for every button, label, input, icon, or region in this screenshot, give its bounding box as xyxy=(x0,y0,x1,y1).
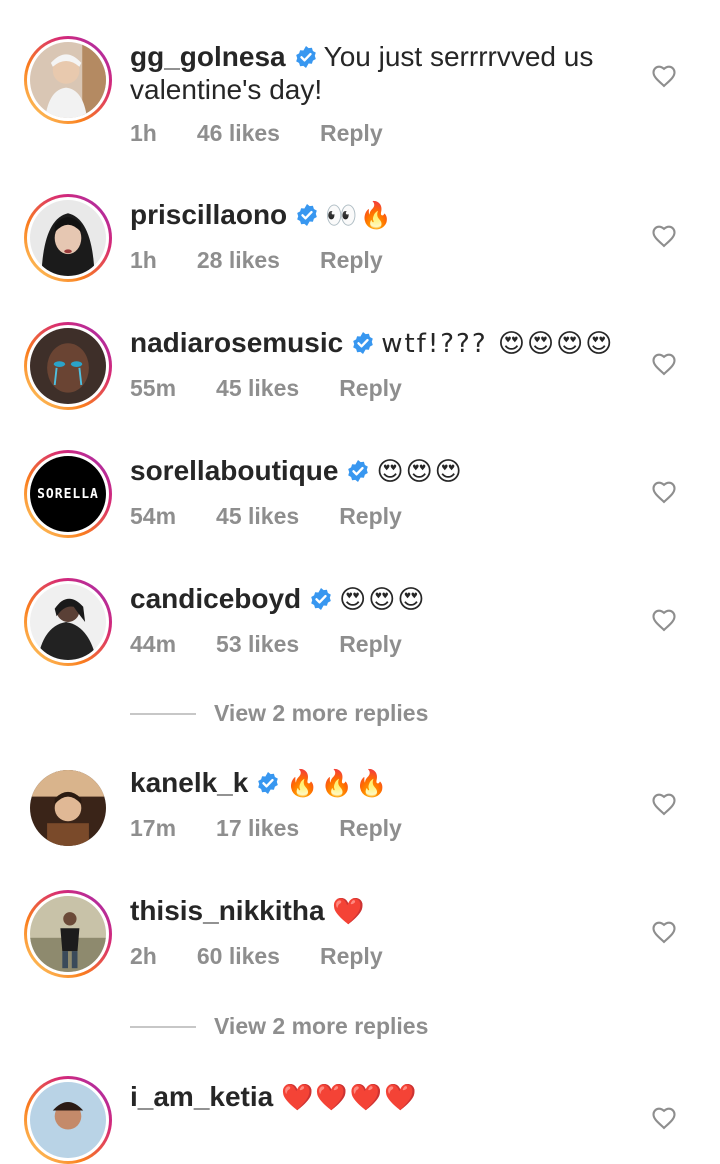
comment-text: valentine's day! xyxy=(130,74,323,105)
comment-username[interactable]: nadiarosemusic xyxy=(130,327,343,358)
comment-likes[interactable]: 60 likes xyxy=(197,943,280,970)
view-more-replies-label: View 2 more replies xyxy=(214,1013,429,1039)
comment-meta: 44m 53 likes Reply xyxy=(130,631,402,658)
verified-badge-icon xyxy=(294,45,318,69)
divider xyxy=(130,712,196,715)
comment-meta: 2h 60 likes Reply xyxy=(130,943,383,970)
comment-likes[interactable]: 46 likes xyxy=(197,120,280,147)
view-more-replies-button[interactable]: View 2 more replies xyxy=(130,1013,428,1040)
avatar[interactable]: SORELLA xyxy=(24,450,112,538)
reply-button[interactable]: Reply xyxy=(339,631,402,658)
reply-button[interactable]: Reply xyxy=(320,247,383,274)
heart-outline-icon[interactable] xyxy=(650,222,678,250)
comment-username[interactable]: candiceboyd xyxy=(130,583,301,614)
avatar[interactable] xyxy=(24,36,112,124)
comment-username[interactable]: priscillaono xyxy=(130,199,287,230)
comment-time: 17m xyxy=(130,815,177,841)
comment-likes[interactable]: 28 likes xyxy=(197,247,280,274)
heart-outline-icon[interactable] xyxy=(650,62,678,90)
comment-text: ❤️ xyxy=(332,897,367,927)
heart-outline-icon[interactable] xyxy=(650,918,678,946)
reply-button[interactable]: Reply xyxy=(320,120,383,147)
view-more-replies-label: View 2 more replies xyxy=(214,700,429,726)
verified-badge-icon xyxy=(309,587,333,611)
comment-likes[interactable]: 17 likes xyxy=(216,815,299,842)
avatar[interactable] xyxy=(24,322,112,410)
comment-likes[interactable]: 53 likes xyxy=(216,631,299,658)
reply-button[interactable]: Reply xyxy=(320,943,383,970)
reply-button[interactable]: Reply xyxy=(339,375,402,402)
comment-time: 1h xyxy=(130,120,157,146)
comment-meta: 54m 45 likes Reply xyxy=(130,503,402,530)
comment-likes[interactable]: 45 likes xyxy=(216,375,299,402)
comment-meta: 17m 17 likes Reply xyxy=(130,815,402,842)
comment-username[interactable]: gg_golnesa xyxy=(130,41,286,72)
comment-time: 2h xyxy=(130,943,157,969)
verified-badge-icon xyxy=(351,331,375,355)
comment-text: 😍😍😍 xyxy=(376,457,464,487)
avatar[interactable] xyxy=(24,1076,112,1164)
comment-time: 55m xyxy=(130,375,177,401)
verified-badge-icon xyxy=(256,771,280,795)
comment-meta: 1h 46 likes Reply xyxy=(130,120,383,147)
avatar[interactable] xyxy=(24,194,112,282)
comment-text: 👀🔥 xyxy=(325,201,394,231)
comment-time: 44m xyxy=(130,631,177,657)
heart-outline-icon[interactable] xyxy=(650,478,678,506)
comment-username[interactable]: sorellaboutique xyxy=(130,455,338,486)
heart-outline-icon[interactable] xyxy=(650,606,678,634)
comment-text: 😍😍😍 xyxy=(339,585,427,615)
avatar-logo-text: SORELLA xyxy=(37,486,99,502)
verified-badge-icon xyxy=(346,459,370,483)
heart-outline-icon[interactable] xyxy=(650,790,678,818)
comment-username[interactable]: thisis_nikkitha xyxy=(130,895,325,926)
comment-text: wtf!??? 😍😍😍😍 xyxy=(381,329,615,359)
comment-username[interactable]: i_am_ketia xyxy=(130,1081,273,1112)
heart-outline-icon[interactable] xyxy=(650,350,678,378)
divider xyxy=(130,1025,196,1028)
verified-badge-icon xyxy=(295,203,319,227)
comment-likes[interactable]: 45 likes xyxy=(216,503,299,530)
comment-meta: 55m 45 likes Reply xyxy=(130,375,402,402)
comment-text: You just serrrrvved us xyxy=(323,41,594,72)
heart-outline-icon[interactable] xyxy=(650,1104,678,1132)
comment-text: 🔥🔥🔥 xyxy=(286,769,390,799)
comment-time: 54m xyxy=(130,503,177,529)
comment-meta: 1h 28 likes Reply xyxy=(130,247,383,274)
view-more-replies-button[interactable]: View 2 more replies xyxy=(130,700,428,727)
reply-button[interactable]: Reply xyxy=(339,815,402,842)
avatar[interactable] xyxy=(24,578,112,666)
comment-username[interactable]: kanelk_k xyxy=(130,767,248,798)
reply-button[interactable]: Reply xyxy=(339,503,402,530)
avatar[interactable] xyxy=(24,890,112,978)
avatar[interactable] xyxy=(30,770,106,846)
comment-time: 1h xyxy=(130,247,157,273)
